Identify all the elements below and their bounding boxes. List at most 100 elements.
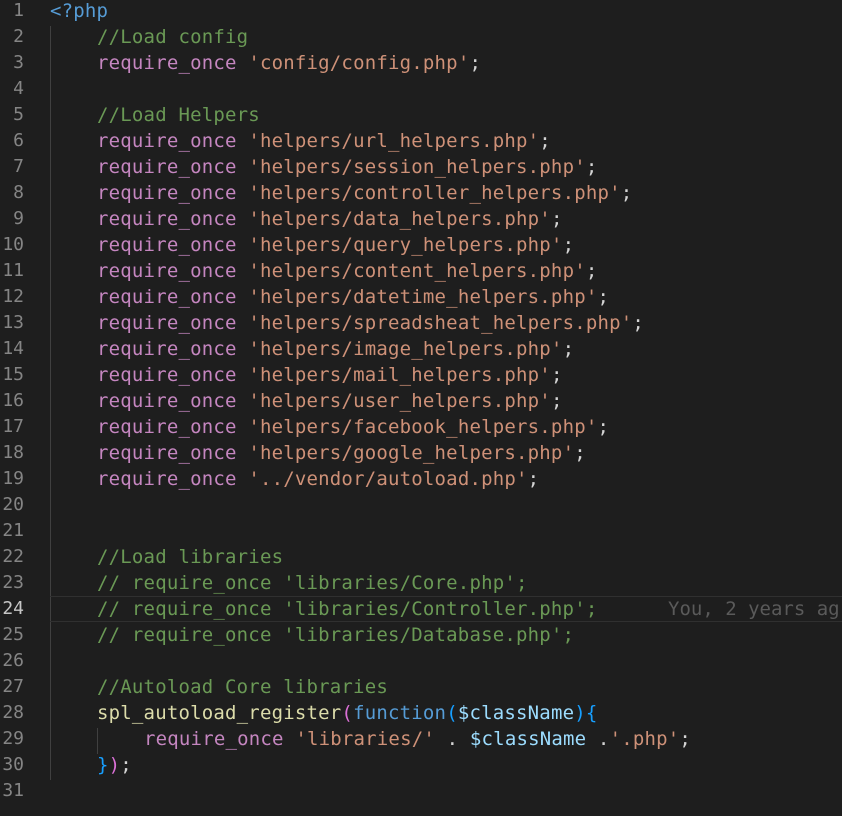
code-text: //Load Helpers bbox=[97, 102, 260, 128]
code-token-brace-open: { bbox=[585, 702, 598, 724]
code-line[interactable]: 3 require_once 'config/config.php'; bbox=[0, 50, 842, 76]
code-token-end: ; bbox=[539, 130, 551, 152]
code-token-string: 'helpers/facebook_helpers.php' bbox=[248, 416, 598, 438]
code-token-var: $className bbox=[469, 728, 587, 750]
code-line[interactable]: 28 spl_autoload_register(function($classN… bbox=[0, 700, 842, 726]
code-token-end: ; bbox=[550, 364, 563, 386]
code-token-paren-close: ) bbox=[108, 754, 121, 776]
code-token-end: ; bbox=[574, 442, 586, 464]
code-token-string2: '.php' bbox=[609, 728, 680, 750]
code-token-comment: // require_once 'libraries/Database.php'… bbox=[97, 624, 575, 646]
code-token-string: 'helpers/content_helpers.php' bbox=[248, 260, 586, 282]
code-token-string: 'helpers/query_helpers.php' bbox=[248, 234, 563, 256]
code-line[interactable]: 8 require_once 'helpers/controller_helper… bbox=[0, 180, 842, 206]
code-token-comment: //Autoload Core libraries bbox=[97, 676, 388, 698]
code-text: require_once 'helpers/spreadsheat_helper… bbox=[97, 310, 644, 336]
code-line[interactable]: 12 require_once 'helpers/datetime_helpers… bbox=[0, 284, 842, 310]
line-number: 19 bbox=[2, 468, 24, 489]
code-token-string: 'helpers/mail_helpers.php' bbox=[248, 364, 551, 386]
code-token-keyword: require_once bbox=[97, 130, 249, 152]
code-line[interactable]: 10 require_once 'helpers/query_helpers.ph… bbox=[0, 232, 842, 258]
line-number: 16 bbox=[2, 390, 24, 411]
line-number: 10 bbox=[2, 234, 24, 255]
code-text: require_once 'helpers/controller_helpers… bbox=[97, 180, 632, 206]
code-line[interactable]: 31 bbox=[0, 778, 842, 804]
code-token-keyword: require_once bbox=[144, 728, 296, 750]
code-line[interactable]: 23 // require_once 'libraries/Core.php'; bbox=[0, 570, 842, 596]
code-line[interactable]: 19 require_once '../vendor/autoload.php'; bbox=[0, 466, 842, 492]
line-number: 17 bbox=[2, 416, 24, 437]
code-token-comment: // require_once 'libraries/Controller.ph… bbox=[97, 598, 598, 620]
code-token-brace-close: } bbox=[97, 754, 109, 776]
code-line[interactable]: 27 //Autoload Core libraries bbox=[0, 674, 842, 700]
code-line[interactable]: 14 require_once 'helpers/image_helpers.ph… bbox=[0, 336, 842, 362]
line-number: 8 bbox=[13, 182, 24, 203]
code-token-keyword: require_once bbox=[97, 286, 249, 308]
code-token-keyword: require_once bbox=[97, 260, 249, 282]
code-line[interactable]: 26 bbox=[0, 648, 842, 674]
code-text: spl_autoload_register(function($classNam… bbox=[97, 700, 598, 726]
code-line[interactable]: 9 require_once 'helpers/data_helpers.php'… bbox=[0, 206, 842, 232]
code-line[interactable]: 18 require_once 'helpers/google_helpers.p… bbox=[0, 440, 842, 466]
code-token-string: 'libraries/' bbox=[295, 728, 435, 750]
code-token-string: 'helpers/data_helpers.php' bbox=[248, 208, 551, 230]
code-text: require_once 'helpers/mail_helpers.php'; bbox=[97, 362, 563, 388]
code-token-string: '../vendor/autoload.php' bbox=[248, 468, 528, 490]
code-text: require_once 'libraries/' . $className .… bbox=[144, 726, 691, 752]
code-text: //Load config bbox=[97, 24, 248, 50]
code-token-end: ; bbox=[679, 728, 692, 750]
code-token-keyword: require_once bbox=[97, 338, 249, 360]
line-number: 25 bbox=[2, 624, 24, 645]
code-token-end: ; bbox=[550, 208, 563, 230]
code-line[interactable]: 22 //Load libraries bbox=[0, 544, 842, 570]
code-line[interactable]: 16 require_once 'helpers/user_helpers.php… bbox=[0, 388, 842, 414]
code-token-end: ; bbox=[597, 286, 610, 308]
code-line[interactable]: 25 // require_once 'libraries/Database.ph… bbox=[0, 622, 842, 648]
line-number: 20 bbox=[2, 494, 24, 515]
code-token-arg-open: ( bbox=[446, 702, 458, 724]
code-line[interactable]: 7 require_once 'helpers/session_helpers.p… bbox=[0, 154, 842, 180]
code-line[interactable]: 21 bbox=[0, 518, 842, 544]
code-token-end: ; bbox=[550, 390, 563, 412]
code-text: require_once 'helpers/datetime_helpers.p… bbox=[97, 284, 609, 310]
code-line[interactable]: 4 bbox=[0, 76, 842, 102]
code-token-string: 'helpers/url_helpers.php' bbox=[248, 130, 540, 152]
code-token-end: ; bbox=[469, 52, 482, 74]
code-editor[interactable]: 1 <?php 2 //Load config 3 require_once 'confi… bbox=[0, 0, 842, 816]
code-token-comment: //Load config bbox=[97, 26, 249, 48]
code-line[interactable]: 20 bbox=[0, 492, 842, 518]
line-number: 22 bbox=[2, 546, 24, 567]
code-text: require_once 'helpers/content_helpers.ph… bbox=[97, 258, 597, 284]
line-number: 30 bbox=[2, 754, 24, 775]
line-number: 24 bbox=[2, 598, 24, 619]
code-line[interactable]: 30}); bbox=[0, 752, 842, 778]
line-number: 2 bbox=[13, 26, 24, 47]
git-blame-annotation: You, 2 years ag bbox=[668, 598, 840, 620]
code-token-keyword: require_once bbox=[97, 208, 249, 230]
code-line[interactable]: 6 require_once 'helpers/url_helpers.php'; bbox=[0, 128, 842, 154]
code-line[interactable]: 15 require_once 'helpers/mail_helpers.php… bbox=[0, 362, 842, 388]
code-line[interactable]: 29 require_once 'libraries/' . $className… bbox=[0, 726, 842, 752]
line-number: 21 bbox=[2, 520, 24, 541]
code-token-paren-open: ( bbox=[341, 702, 354, 724]
code-line[interactable]: 13 require_once 'helpers/spreadsheat_help… bbox=[0, 310, 842, 336]
line-number: 5 bbox=[13, 104, 24, 125]
code-token-end: ; bbox=[620, 182, 633, 204]
code-token-end: ; bbox=[597, 416, 610, 438]
code-token-end: ; bbox=[585, 156, 598, 178]
code-line[interactable]: 17 require_once 'helpers/facebook_helpers… bbox=[0, 414, 842, 440]
code-line[interactable]: 2 //Load config bbox=[0, 24, 842, 50]
code-line[interactable]: 24 // require_once 'libraries/Controller.… bbox=[0, 596, 842, 622]
code-token-end: ; bbox=[632, 312, 645, 334]
line-number: 15 bbox=[2, 364, 24, 385]
code-token-keyword: require_once bbox=[97, 182, 249, 204]
code-line[interactable]: 5 //Load Helpers bbox=[0, 102, 842, 128]
code-token-keyword: require_once bbox=[97, 156, 249, 178]
line-number: 29 bbox=[2, 728, 24, 749]
code-text: //Autoload Core libraries bbox=[97, 674, 388, 700]
code-text: require_once 'helpers/user_helpers.php'; bbox=[97, 388, 563, 414]
code-token-end: ; bbox=[562, 234, 575, 256]
code-line[interactable]: 11 require_once 'helpers/content_helpers.… bbox=[0, 258, 842, 284]
code-line[interactable]: 1 <?php bbox=[0, 0, 842, 24]
line-number: 26 bbox=[2, 650, 24, 671]
